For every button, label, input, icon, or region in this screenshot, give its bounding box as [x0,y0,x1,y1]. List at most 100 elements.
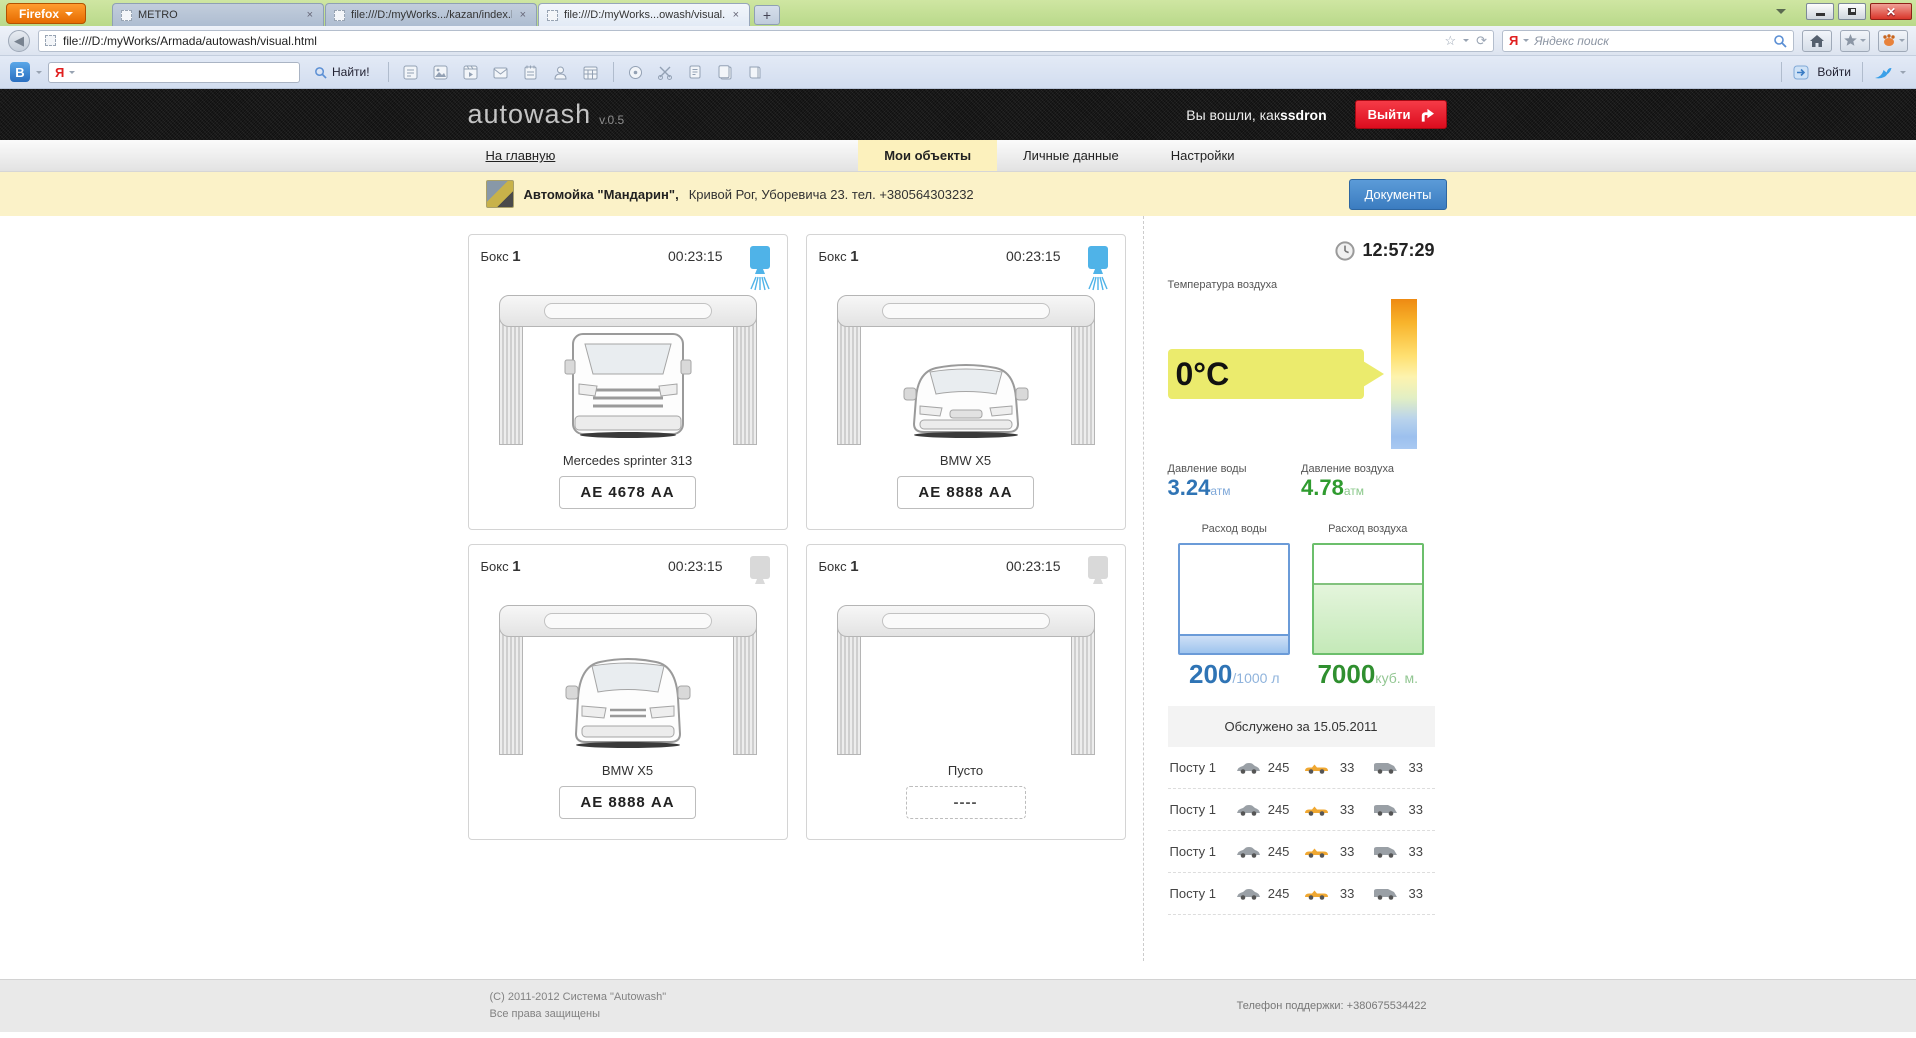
chevron-down-icon [65,12,73,16]
toolbar-login-button[interactable]: Войти [1817,65,1851,79]
wash-bay-frame [499,295,757,445]
browser-tab-kazan[interactable]: file:///D:/myWorks.../kazan/index.html × [325,3,537,26]
wash-box-card[interactable]: Бокс 1 00:23:15 [806,234,1126,530]
firefox-menu-button[interactable]: Firefox [6,3,86,24]
yandex-bar-button[interactable]: В [10,62,30,82]
browser-tab-metro[interactable]: METRO × [112,3,324,26]
wash-box-card[interactable]: Бокс 1 00:23:15 [468,234,788,530]
rights-text: Все права защищены [490,1006,667,1023]
search-icon[interactable] [1773,34,1787,48]
window-restore-button[interactable] [1838,3,1866,20]
box-label: Бокс 1 [481,245,521,265]
url-bar[interactable]: file:///D:/myWorks/Armada/autowash/visua… [38,30,1494,52]
music-icon[interactable] [624,61,648,83]
wash-box-card[interactable]: Бокс 1 00:23:15 [468,544,788,840]
vehicle-name: BMW X5 [819,453,1113,468]
browser-tab-visual-active[interactable]: file:///D:/myWorks...owash/visual.html × [538,3,750,26]
tab-my-objects[interactable]: Мои объекты [858,140,997,171]
wash-boxes-grid: Бокс 1 00:23:15 [468,216,1143,840]
cabriolet-icon [1303,844,1330,859]
vehicle-image-car [896,358,1036,443]
cabriolet-icon [1303,802,1330,817]
temperature-label: Температура воздуха [1168,279,1435,291]
water-fill [1180,634,1288,653]
star-icon [1844,34,1857,47]
chevron-down-icon[interactable] [1900,71,1906,74]
chevron-down-icon[interactable] [36,71,42,74]
tab-personal-data[interactable]: Личные данные [997,140,1145,171]
chevron-down-icon[interactable] [1899,39,1905,42]
served-header: Обслужено за 15.05.2011 [1168,706,1435,747]
engine-dropdown-icon[interactable] [1523,39,1529,42]
separator [1781,62,1782,82]
list-all-tabs-icon[interactable] [1776,9,1786,14]
addon-paw-icon [1882,34,1896,47]
tab-settings[interactable]: Настройки [1145,140,1261,171]
temperature-value: 0°С [1168,356,1230,393]
news-icon[interactable] [399,61,423,83]
documents-icon[interactable] [714,61,738,83]
restore-icon [1848,8,1856,15]
wash-bay-frame [837,295,1095,445]
window-close-button[interactable]: ✕ [1870,3,1912,20]
url-dropdown-icon[interactable] [1463,39,1469,42]
search-icon [314,66,327,79]
object-thumbnail [486,180,514,208]
contacts-icon[interactable] [549,61,573,83]
logout-button[interactable]: Выйти [1355,100,1447,129]
cabriolet-icon [1303,760,1330,775]
new-tab-button[interactable]: + [754,5,780,25]
served-row: Посту 1 245 33 33 [1168,789,1435,831]
images-icon[interactable] [429,61,453,83]
search-placeholder: Яндекс поиск [1534,34,1768,48]
tab-close-icon[interactable]: × [518,9,528,21]
copy-page-icon[interactable] [684,61,708,83]
clock-value: 12:57:29 [1362,240,1434,261]
temperature-gauge: 0°С [1168,299,1435,449]
video-icon[interactable] [459,61,483,83]
search-input[interactable]: Я Яндекс поиск [1502,30,1794,52]
air-flow-value: 7000 [1317,659,1375,689]
back-button[interactable]: ◀ [8,30,30,52]
login-arrow-icon [1793,65,1810,80]
page-icon [45,35,56,46]
documents-button[interactable]: Документы [1349,179,1446,210]
served-row: Посту 1 245 33 33 [1168,873,1435,915]
license-plate: АЕ 8888 АА [559,786,695,819]
home-link[interactable]: На главную [486,148,556,163]
served-row: Посту 1 245 33 33 [1168,831,1435,873]
bookmark-star-icon[interactable]: ☆ [1444,34,1456,47]
wash-timer: 00:23:15 [668,245,723,264]
van-icon [1372,886,1399,901]
water-flow-gauge: 200/1000 л [1168,543,1302,690]
logout-label: Выйти [1368,107,1411,122]
bookmarks-button[interactable] [1840,30,1870,52]
scissors-icon[interactable] [654,61,678,83]
find-button[interactable]: Найти! [306,65,378,79]
wash-box-card[interactable]: Бокс 1 00:23:15 Пусто ---- [806,544,1126,840]
tab-close-icon[interactable]: × [305,9,315,21]
wash-bay-frame [837,605,1095,755]
vehicle-image-van [563,332,693,443]
tab-close-icon[interactable]: × [731,9,741,21]
air-fill [1314,583,1422,653]
sprinkler-active-icon [1083,245,1113,293]
wash-timer: 00:23:15 [1006,555,1061,574]
van-icon [1372,802,1399,817]
mail-icon[interactable] [489,61,513,83]
vehicle-image-suv [558,654,698,753]
box-label: Бокс 1 [819,245,859,265]
calendar-icon[interactable] [579,61,603,83]
addon-button[interactable] [1878,30,1908,52]
chevron-down-icon[interactable] [69,71,75,74]
yandex-search-engine-icon[interactable]: Я [1509,33,1518,48]
home-button[interactable] [1802,30,1832,52]
book-icon[interactable] [744,61,768,83]
yandex-bird-icon[interactable] [1874,65,1893,80]
window-minimize-button[interactable] [1806,3,1834,20]
sprinkler-active-icon [745,245,775,293]
yandex-search-input[interactable]: Я [48,62,300,83]
served-row: Посту 1 245 33 33 [1168,747,1435,789]
reload-icon[interactable]: ⟳ [1476,34,1487,47]
notes-icon[interactable] [519,61,543,83]
